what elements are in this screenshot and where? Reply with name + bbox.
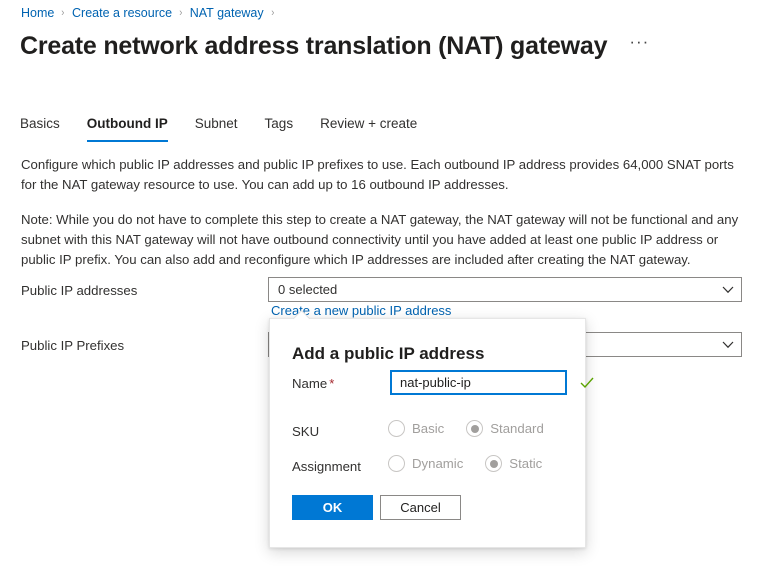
radio-circle-icon: [388, 455, 405, 472]
assignment-label: Assignment: [292, 459, 361, 474]
more-options-icon[interactable]: ···: [629, 33, 649, 58]
sku-option-standard[interactable]: Standard: [466, 420, 544, 437]
name-input[interactable]: [392, 372, 580, 393]
sku-option-standard-label: Standard: [490, 421, 544, 436]
description-paragraph: Configure which public IP addresses and …: [21, 157, 734, 192]
tab-review-create[interactable]: Review + create: [320, 115, 417, 142]
checkmark-icon: [580, 377, 594, 389]
radio-circle-selected-icon: [485, 455, 503, 472]
assignment-option-dynamic-label: Dynamic: [412, 456, 464, 471]
assignment-radio-group: Dynamic Static: [388, 455, 564, 472]
chevron-down-icon: [715, 341, 741, 349]
note-paragraph: Note: While you do not have to complete …: [21, 212, 739, 267]
sku-option-basic[interactable]: Basic: [388, 420, 444, 437]
page-title: Create network address translation (NAT)…: [20, 32, 608, 60]
breadcrumb-separator-icon: ›: [179, 7, 183, 19]
sku-option-basic-label: Basic: [412, 421, 445, 436]
assignment-option-static[interactable]: Static: [485, 455, 542, 472]
name-label: Name *: [292, 375, 334, 393]
public-ip-addresses-value: 0 selected: [278, 281, 338, 297]
ok-button[interactable]: OK: [292, 495, 373, 520]
tab-basics[interactable]: Basics: [20, 115, 60, 142]
sku-label: SKU: [292, 424, 320, 439]
name-field[interactable]: [390, 370, 594, 395]
assignment-option-static-label: Static: [509, 456, 543, 471]
breadcrumb-item-nat-gateway[interactable]: NAT gateway: [190, 5, 264, 21]
public-ip-addresses-dropdown[interactable]: 0 selected: [268, 277, 742, 302]
radio-circle-selected-icon: [466, 420, 484, 437]
tab-bar: Basics Outbound IP Subnet Tags Review + …: [20, 112, 444, 142]
add-public-ip-callout: Add a public IP address Name* SKU Basic …: [269, 318, 594, 548]
breadcrumb-separator-icon: ›: [61, 7, 65, 19]
name-label-text: Name: [292, 376, 328, 391]
tab-subnet[interactable]: Subnet: [195, 115, 238, 142]
required-marker: *: [329, 376, 335, 391]
breadcrumb-item-create-a-resource[interactable]: Create a resource: [72, 5, 172, 21]
tab-tags[interactable]: Tags: [265, 115, 294, 142]
assignment-option-dynamic[interactable]: Dynamic: [388, 455, 463, 472]
sku-radio-group: Basic Standard: [388, 420, 566, 437]
public-ip-addresses-label: Public IP addresses: [21, 283, 138, 298]
cancel-button[interactable]: Cancel: [380, 495, 461, 520]
breadcrumb-item-home[interactable]: Home: [21, 5, 54, 21]
chevron-down-icon: [715, 286, 741, 294]
public-ip-prefixes-label: Public IP Prefixes: [21, 338, 125, 353]
radio-circle-icon: [388, 420, 405, 437]
breadcrumb: Home › Create a resource › NAT gateway ›: [21, 5, 281, 21]
tab-outbound-ip[interactable]: Outbound IP: [86, 115, 168, 142]
page-header: Create network address translation (NAT)…: [20, 30, 649, 62]
callout-title: Add a public IP address: [292, 344, 485, 363]
callout-arrow: [292, 310, 310, 319]
breadcrumb-separator-icon: ›: [270, 7, 275, 19]
